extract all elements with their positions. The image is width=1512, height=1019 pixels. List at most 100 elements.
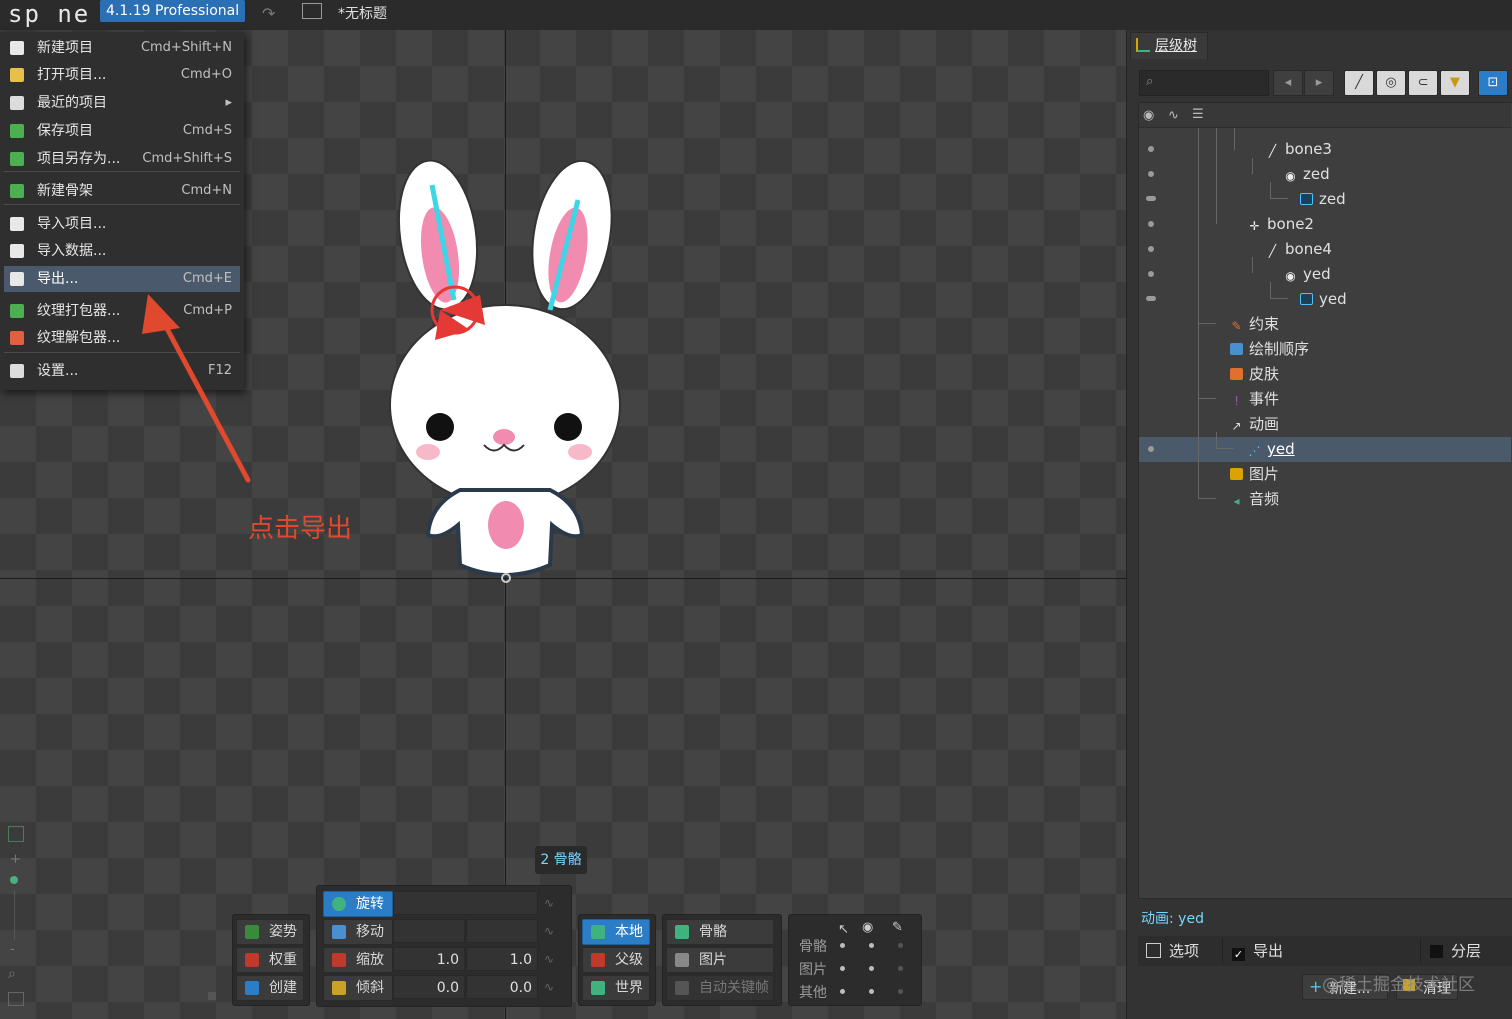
version-badge: 4.1.19 Professional bbox=[100, 0, 246, 22]
shear-x-field[interactable]: 0.0 bbox=[393, 975, 465, 999]
bunny-character[interactable] bbox=[380, 160, 640, 590]
scale-button[interactable]: 缩放 bbox=[323, 947, 393, 973]
others-visible-toggle[interactable] bbox=[869, 989, 874, 994]
tree-node-事件[interactable]: ! 事件 bbox=[1230, 388, 1279, 410]
export-checkbox[interactable]: ✓ bbox=[1232, 948, 1245, 961]
menu-item-new-project[interactable]: 新建项目 Cmd+Shift+N bbox=[4, 35, 240, 61]
tree-tab-label[interactable]: 层级树 bbox=[1155, 35, 1197, 55]
images-names-toggle[interactable] bbox=[898, 966, 903, 971]
tree-node-bone3[interactable]: ╱ bone3 bbox=[1266, 138, 1332, 160]
pose-button[interactable]: 姿势 bbox=[236, 919, 304, 945]
lock-icon[interactable] bbox=[208, 992, 216, 1000]
scale-x-field[interactable]: 1.0 bbox=[393, 947, 465, 971]
menu-item-new-skeleton[interactable]: 新建骨架 Cmd+N bbox=[4, 178, 240, 204]
tree-node-皮肤[interactable]: 皮肤 bbox=[1230, 363, 1279, 385]
others-select-toggle[interactable] bbox=[840, 989, 845, 994]
tag-icon[interactable]: ✎ bbox=[892, 920, 903, 935]
visibility-dot[interactable] bbox=[1148, 271, 1154, 277]
focus-icon[interactable]: ⊡ bbox=[1478, 70, 1508, 96]
tree-node-约束[interactable]: ✎ 约束 bbox=[1230, 313, 1279, 335]
rotate-link-icon[interactable]: ∿ bbox=[544, 896, 554, 910]
tree-node-音频[interactable]: ◂ 音频 bbox=[1230, 488, 1279, 510]
move-button[interactable]: 移动 bbox=[323, 919, 393, 945]
menu-item-import-project[interactable]: 导入项目... bbox=[4, 211, 240, 237]
create-button[interactable]: 创建 bbox=[236, 975, 304, 1001]
bone-column-icon[interactable]: ∿ bbox=[1168, 108, 1179, 123]
filter-bones-icon[interactable]: ╱ bbox=[1344, 70, 1374, 96]
tree-node-yed[interactable]: ◉ yed bbox=[1284, 263, 1330, 285]
filter-icon[interactable]: ▼ bbox=[1440, 70, 1470, 96]
scale-link-icon[interactable]: ∿ bbox=[544, 952, 554, 966]
options-tab[interactable]: 选项 bbox=[1146, 936, 1199, 966]
tree-node-bone2[interactable]: ✛ bone2 bbox=[1248, 213, 1314, 235]
visibility-dot[interactable] bbox=[1148, 446, 1154, 452]
move-x-field[interactable] bbox=[393, 919, 465, 943]
tree-selected-row[interactable] bbox=[1139, 437, 1511, 462]
eye-icon[interactable]: ◉ bbox=[862, 920, 873, 935]
tree-search-input[interactable] bbox=[1139, 70, 1269, 96]
images-visible-toggle[interactable] bbox=[869, 966, 874, 971]
parent-axis-button[interactable]: 父级 bbox=[582, 947, 650, 973]
move-y-field[interactable] bbox=[466, 919, 538, 943]
select-icon[interactable]: ↖ bbox=[838, 922, 849, 937]
visibility-dot[interactable] bbox=[1146, 196, 1156, 201]
tree-node-zed[interactable]: zed bbox=[1300, 188, 1346, 210]
move-link-icon[interactable]: ∿ bbox=[544, 924, 554, 938]
shear-y-field[interactable]: 0.0 bbox=[466, 975, 538, 999]
tree-node-zed[interactable]: ◉ zed bbox=[1284, 163, 1329, 185]
tree-node-动画[interactable]: ↗ 动画 bbox=[1230, 413, 1279, 435]
menu-item-label: 新建骨架 bbox=[37, 183, 93, 199]
images-select-toggle[interactable] bbox=[840, 966, 845, 971]
menu-item-open-folder[interactable]: 打开项目... Cmd+O bbox=[4, 62, 240, 88]
layers-toggle[interactable]: 分层 bbox=[1430, 936, 1481, 966]
tree-node-图片[interactable]: 图片 bbox=[1230, 463, 1279, 485]
zoom-minus-icon[interactable]: - bbox=[10, 942, 15, 957]
back-icon[interactable]: ◂ bbox=[1273, 70, 1303, 96]
menu-item-import-data[interactable]: 导入数据... bbox=[4, 238, 240, 264]
menu-item-save-as[interactable]: 项目另存为... Cmd+Shift+S bbox=[4, 146, 240, 172]
redo-icon[interactable]: ↷ bbox=[262, 4, 275, 23]
filter-attachments-icon[interactable]: ⊂ bbox=[1408, 70, 1438, 96]
visibility-dot[interactable] bbox=[1148, 221, 1154, 227]
layout-icon[interactable] bbox=[8, 826, 24, 842]
shear-button[interactable]: 倾斜 bbox=[323, 975, 393, 1001]
local-axis-button[interactable]: 本地 bbox=[582, 919, 650, 945]
auto-key-button[interactable]: 自动关键帧 bbox=[666, 975, 774, 1001]
rotate-value-field[interactable] bbox=[393, 891, 538, 915]
mail-icon[interactable] bbox=[302, 3, 322, 19]
tree-node-bone4[interactable]: ╱ bone4 bbox=[1266, 238, 1332, 260]
compensate-images-button[interactable]: 图片 bbox=[666, 947, 774, 973]
zoom-slider-handle[interactable] bbox=[10, 876, 18, 884]
visibility-dot[interactable] bbox=[1146, 296, 1156, 301]
shear-link-icon[interactable]: ∿ bbox=[544, 980, 554, 994]
fit-view-icon[interactable] bbox=[8, 992, 24, 1006]
filter-slots-icon[interactable]: ◎ bbox=[1376, 70, 1406, 96]
forward-icon[interactable]: ▸ bbox=[1304, 70, 1334, 96]
visibility-dot[interactable] bbox=[1148, 246, 1154, 252]
hierarchy-column-icon[interactable]: ☰ bbox=[1192, 107, 1204, 122]
compensate-bones-button[interactable]: 骨骼 bbox=[666, 919, 774, 945]
zoom-slider-track[interactable] bbox=[14, 890, 15, 940]
others-names-toggle[interactable] bbox=[898, 989, 903, 994]
rotate-button[interactable]: 旋转 bbox=[323, 891, 393, 917]
bones-visible-toggle[interactable] bbox=[869, 943, 874, 948]
menu-item-save[interactable]: 保存项目 Cmd+S bbox=[4, 118, 240, 144]
visibility-column-icon[interactable]: ◉ bbox=[1143, 108, 1154, 123]
scale-y-field[interactable]: 1.0 bbox=[466, 947, 538, 971]
visibility-dot[interactable] bbox=[1148, 171, 1154, 177]
weights-button[interactable]: 权重 bbox=[236, 947, 304, 973]
menu-item-history[interactable]: 最近的项目 ▸ bbox=[4, 90, 240, 116]
bones-select-toggle[interactable] bbox=[840, 943, 845, 948]
menu-item-export[interactable]: 导出... Cmd+E bbox=[4, 266, 240, 292]
layers-checkbox[interactable] bbox=[1430, 945, 1443, 958]
bones-names-toggle[interactable] bbox=[898, 943, 903, 948]
tree-node-yed[interactable]: yed bbox=[1300, 288, 1347, 310]
slot-icon: ◉ bbox=[1285, 169, 1296, 183]
export-toggle[interactable]: ✓ 导出 bbox=[1232, 936, 1283, 966]
tree-node-yed[interactable]: ⋰ yed bbox=[1248, 438, 1295, 460]
tree-node-绘制顺序[interactable]: 绘制顺序 bbox=[1230, 338, 1309, 360]
zoom-icon[interactable]: ⌕ bbox=[8, 966, 16, 982]
visibility-dot[interactable] bbox=[1148, 146, 1154, 152]
world-axis-button[interactable]: 世界 bbox=[582, 975, 650, 1001]
zoom-plus-icon[interactable]: + bbox=[10, 852, 21, 867]
